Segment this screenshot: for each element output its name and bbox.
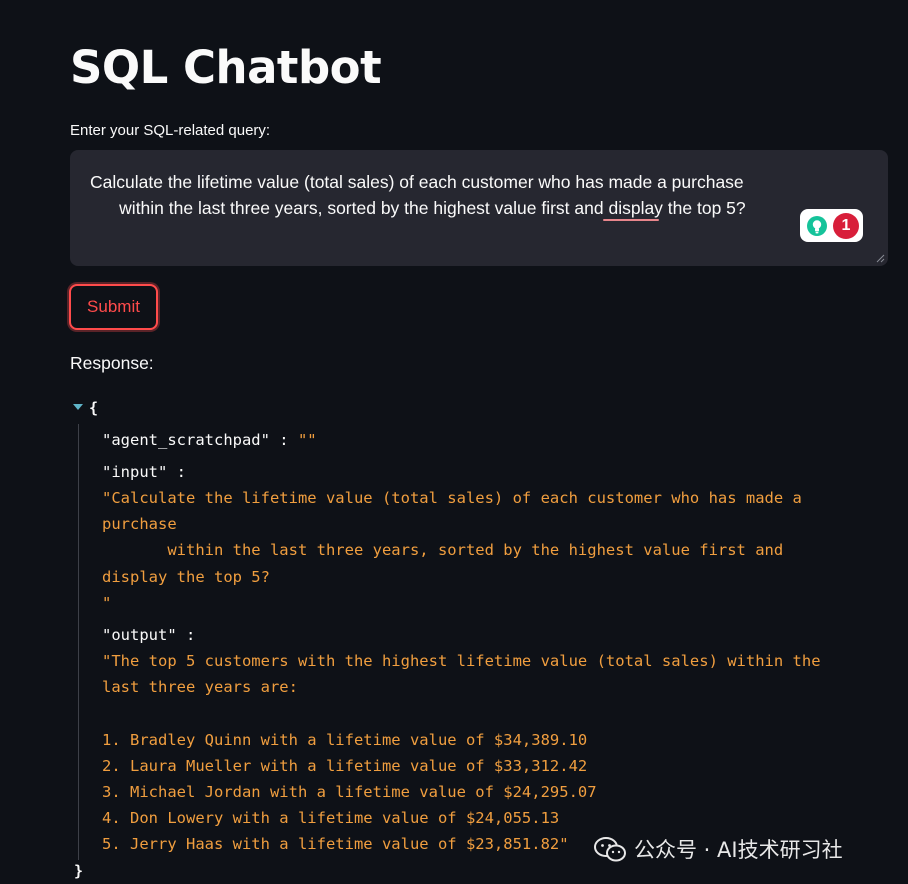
json-key-agent-scratchpad: "agent_scratchpad" : "" <box>102 430 317 450</box>
json-key-output: "output" : <box>102 626 196 644</box>
watermark-text: 公众号 · AI技术研习社 <box>634 838 843 862</box>
query-label: Enter your SQL-related query: <box>70 122 271 139</box>
json-open-brace: { <box>89 399 99 417</box>
spelling-underline <box>603 219 659 221</box>
json-key-agent-scratchpad-label: "agent_scratchpad" : <box>102 431 298 449</box>
lightbulb-icon <box>807 216 827 236</box>
query-text[interactable]: Calculate the lifetime value (total sale… <box>90 170 820 221</box>
grammarly-widget[interactable]: 1 <box>800 209 863 242</box>
query-textarea[interactable]: Calculate the lifetime value (total sale… <box>70 150 888 266</box>
response-label: Response: <box>70 353 154 373</box>
json-value-agent-scratchpad: "" <box>297 431 317 449</box>
submit-button[interactable]: Submit <box>69 284 158 330</box>
resize-grip-icon[interactable] <box>875 253 885 263</box>
json-tree-line <box>78 424 79 860</box>
json-value-input: "Calculate the lifetime value (total sal… <box>102 489 802 612</box>
json-close-brace: } <box>74 862 84 880</box>
wechat-icon <box>594 837 626 862</box>
json-value-output: "The top 5 customers with the highest li… <box>102 652 821 854</box>
watermark: 公众号 · AI技术研习社 <box>594 832 843 866</box>
page-title: SQL Chatbot <box>70 41 382 94</box>
grammarly-badge: 1 <box>833 213 859 239</box>
json-key-input: "input" : <box>102 463 186 481</box>
caret-down-icon[interactable] <box>72 402 84 412</box>
